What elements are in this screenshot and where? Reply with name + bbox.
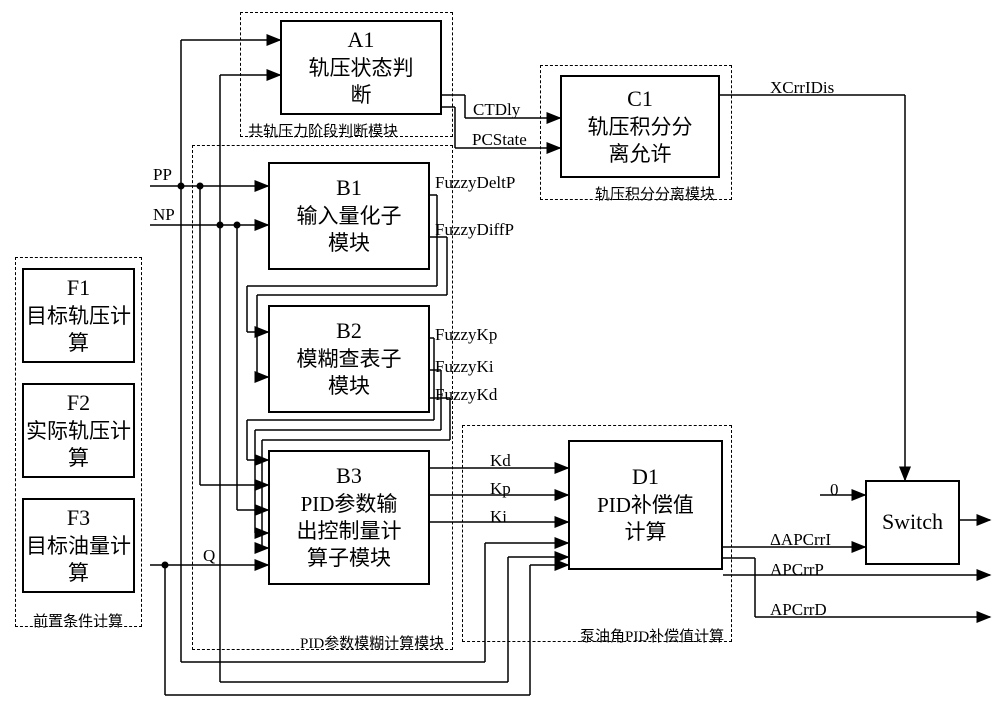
label-np: NP	[153, 205, 175, 225]
label-fuzzydiffp: FuzzyDiffP	[435, 220, 514, 240]
label-kd: Kd	[490, 451, 511, 471]
label-q: Q	[203, 546, 215, 566]
block-a1: A1 轨压状态判断	[280, 20, 442, 115]
block-b2-text: 模糊查表子模块	[297, 346, 402, 401]
label-fuzzydeltp: FuzzyDeltP	[435, 173, 515, 193]
block-b3-text: PID参数输出控制量计算子模块	[297, 491, 402, 573]
label-apcrrp: APCrrP	[770, 560, 824, 580]
block-c1: C1 轨压积分分离允许	[560, 75, 720, 178]
block-f1-text: 目标轨压计算	[26, 303, 131, 358]
block-f3-text: 目标油量计算	[26, 533, 131, 588]
block-f3: F3 目标油量计算	[22, 498, 135, 593]
block-f3-id: F3	[67, 504, 90, 533]
label-kp: Kp	[490, 479, 511, 499]
block-a1-text: 轨压状态判断	[309, 55, 414, 110]
group-a-label: 共轨压力阶段判断模块	[248, 120, 398, 141]
block-a1-id: A1	[348, 26, 375, 55]
label-zero: 0	[830, 480, 839, 500]
label-fuzzykd: FuzzyKd	[435, 385, 497, 405]
block-b1-id: B1	[336, 174, 362, 203]
block-switch: Switch	[865, 480, 960, 565]
block-d1-id: D1	[632, 463, 659, 492]
group-precondition-label: 前置条件计算	[33, 610, 123, 631]
group-c-label: 轨压积分分离模块	[595, 183, 715, 204]
block-b3: B3 PID参数输出控制量计算子模块	[268, 450, 430, 585]
block-f1: F1 目标轨压计算	[22, 268, 135, 363]
block-d1-text: PID补偿值计算	[597, 492, 694, 547]
label-apcrrd: APCrrD	[770, 600, 827, 620]
block-f2-id: F2	[67, 389, 90, 418]
group-b-label: PID参数模糊计算模块	[300, 632, 444, 653]
label-fuzzyki: FuzzyKi	[435, 357, 494, 377]
label-fuzzykp: FuzzyKp	[435, 325, 497, 345]
block-b2: B2 模糊查表子模块	[268, 305, 430, 413]
label-ki: Ki	[490, 507, 507, 527]
block-c1-text: 轨压积分分离允许	[588, 114, 693, 169]
block-f2-text: 实际轨压计算	[26, 418, 131, 473]
label-dapcrri: ΔAPCrrI	[770, 530, 831, 550]
block-f1-id: F1	[67, 274, 90, 303]
label-pcstate: PCState	[472, 130, 527, 150]
block-f2: F2 实际轨压计算	[22, 383, 135, 478]
block-b1: B1 输入量化子模块	[268, 162, 430, 270]
block-b1-text: 输入量化子模块	[297, 203, 402, 258]
label-xcrridis: XCrrIDis	[770, 78, 834, 98]
block-b3-id: B3	[336, 462, 362, 491]
group-d-label: 泵油角PID补偿值计算	[580, 625, 724, 646]
block-b2-id: B2	[336, 317, 362, 346]
label-pp: PP	[153, 165, 172, 185]
block-d1: D1 PID补偿值计算	[568, 440, 723, 570]
label-ctdly: CTDly	[473, 100, 520, 120]
block-switch-text: Switch	[882, 508, 943, 537]
block-c1-id: C1	[627, 85, 653, 114]
